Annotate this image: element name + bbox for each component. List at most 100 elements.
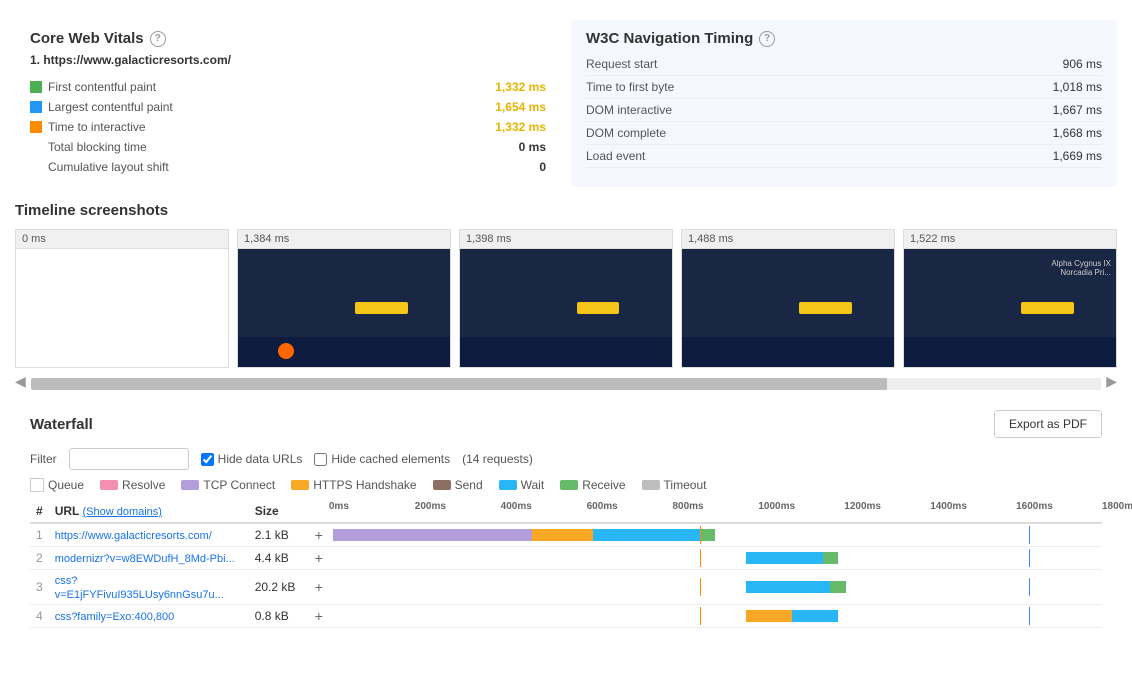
w3c-timing-help-icon[interactable]: ?: [759, 31, 775, 47]
time-axis-label: 1600ms: [1016, 501, 1053, 512]
bar-segment: [823, 552, 838, 564]
vertical-line-orange: [700, 549, 701, 567]
screenshot-frame: [237, 248, 451, 368]
expand-icon[interactable]: +: [315, 608, 323, 624]
time-axis-label: 200ms: [415, 501, 446, 512]
hide-data-urls-label[interactable]: Hide data URLs: [201, 452, 303, 466]
url-link[interactable]: css?v=E1jFYFivuI935LUsy6nnGsu7u...: [55, 575, 224, 601]
legend-item: HTTPS Handshake: [291, 478, 416, 492]
table-row: 4 css?family=Exo:400,800 0.8 kB +: [30, 605, 1102, 628]
legend-item: Receive: [560, 478, 625, 492]
metric-label: Total blocking time: [48, 140, 476, 154]
row-expand[interactable]: +: [309, 570, 329, 605]
export-pdf-button[interactable]: Export as PDF: [994, 410, 1102, 438]
scroll-left-icon[interactable]: ◀: [15, 373, 26, 390]
screenshot-item: 0 ms: [15, 229, 229, 368]
waterfall-table: # URL (Show domains) Size 0ms200ms400ms6…: [30, 500, 1102, 628]
legend-label: Send: [455, 478, 483, 492]
screenshot-time: 1,398 ms: [459, 229, 673, 248]
core-web-vitals-metrics: First contentful paint 1,332 ms Largest …: [30, 77, 546, 177]
w3c-timing-metrics: Request start 906 ms Time to first byte …: [586, 53, 1102, 168]
hide-cached-checkbox[interactable]: [314, 453, 327, 466]
metric-color-indicator: [30, 81, 42, 93]
timing-row: Load event 1,669 ms: [586, 145, 1102, 168]
row-number: 1: [30, 523, 49, 547]
screenshot-time: 0 ms: [15, 229, 229, 248]
screenshot-time: 1,522 ms: [903, 229, 1117, 248]
scroll-right-icon[interactable]: ▶: [1106, 373, 1117, 390]
table-row: 1 https://www.galacticresorts.com/ 2.1 k…: [30, 523, 1102, 547]
metric-value: 1,654 ms: [476, 100, 546, 114]
expand-icon[interactable]: +: [315, 527, 323, 543]
metric-row: First contentful paint 1,332 ms: [30, 77, 546, 97]
waterfall-section: Waterfall Export as PDF Filter Hide data…: [15, 400, 1117, 638]
metric-row: Total blocking time 0 ms: [30, 137, 546, 157]
url-link[interactable]: https://www.galacticresorts.com/: [55, 530, 212, 542]
hide-data-urls-checkbox[interactable]: [201, 453, 214, 466]
row-expand[interactable]: +: [309, 523, 329, 547]
expand-icon[interactable]: +: [315, 579, 323, 595]
vertical-line-blue: [1029, 526, 1030, 544]
legend-item: Timeout: [642, 478, 707, 492]
metric-value: 1,332 ms: [476, 80, 546, 94]
expand-icon[interactable]: +: [315, 550, 323, 566]
screenshot-item: 1,488 ms: [681, 229, 895, 368]
vertical-line-blue: [1029, 549, 1030, 567]
time-axis-label: 1800ms: [1102, 501, 1132, 512]
timing-row: DOM complete 1,668 ms: [586, 122, 1102, 145]
timeline-scrollbar[interactable]: [31, 378, 1101, 390]
legend-item: Send: [433, 478, 483, 492]
legend-label: Receive: [582, 478, 625, 492]
vertical-line-blue: [1029, 607, 1030, 625]
w3c-timing-title: W3C Navigation Timing ?: [586, 30, 1102, 47]
screenshot-item: 1,398 ms: [459, 229, 673, 368]
timeline-title: Timeline screenshots: [15, 202, 1117, 219]
timing-label: Time to first byte: [586, 80, 1022, 94]
screenshot-time: 1,488 ms: [681, 229, 895, 248]
metric-color-indicator: [30, 161, 42, 173]
filter-input[interactable]: [69, 448, 189, 470]
row-url: css?family=Exo:400,800: [49, 605, 249, 628]
hide-cached-label[interactable]: Hide cached elements: [314, 452, 450, 466]
bar-segment: [746, 552, 823, 564]
timing-label: Request start: [586, 57, 1022, 71]
url-link[interactable]: css?family=Exo:400,800: [55, 611, 175, 623]
bar-segment: [532, 529, 593, 541]
filter-label: Filter: [30, 452, 57, 466]
row-size: 20.2 kB: [249, 570, 309, 605]
timing-value: 1,669 ms: [1022, 149, 1102, 163]
row-expand[interactable]: +: [309, 547, 329, 570]
show-domains-link[interactable]: (Show domains): [82, 506, 161, 518]
vertical-line-blue: [1029, 578, 1030, 596]
timing-label: Load event: [586, 149, 1022, 163]
bar-segment: [333, 529, 532, 541]
filter-row: Filter Hide data URLs Hide cached elemen…: [30, 448, 1102, 470]
legend-color-box: [181, 480, 199, 490]
vertical-line-orange: [700, 578, 701, 596]
time-axis-label: 1200ms: [844, 501, 881, 512]
timing-row: Time to first byte 1,018 ms: [586, 76, 1102, 99]
metric-value: 0 ms: [476, 140, 546, 154]
core-web-vitals-title: Core Web Vitals ?: [30, 30, 546, 47]
screenshot-frame: [681, 248, 895, 368]
timing-label: DOM complete: [586, 126, 1022, 140]
screenshot-time: 1,384 ms: [237, 229, 451, 248]
row-size: 4.4 kB: [249, 547, 309, 570]
time-axis-label: 0ms: [329, 501, 349, 512]
url-link[interactable]: modernizr?v=w8EWDufH_8Md-Pbi...: [55, 553, 235, 565]
screenshot-frame: [15, 248, 229, 368]
timing-value: 906 ms: [1022, 57, 1102, 71]
legend-label: HTTPS Handshake: [313, 478, 416, 492]
bar-segment: [792, 610, 838, 622]
legend-color-box: [642, 480, 660, 490]
bar-segment: [830, 581, 845, 593]
row-url: https://www.galacticresorts.com/: [49, 523, 249, 547]
screenshots-container: 0 ms 1,384 ms 1,398 ms 1,488 ms: [15, 229, 1117, 368]
row-expand[interactable]: +: [309, 605, 329, 628]
metric-row: Cumulative layout shift 0: [30, 157, 546, 177]
core-web-vitals-help-icon[interactable]: ?: [150, 31, 166, 47]
col-bars: 0ms200ms400ms600ms800ms1000ms1200ms1400m…: [329, 500, 1102, 523]
legend-item: Resolve: [100, 478, 165, 492]
col-url: URL (Show domains): [49, 500, 249, 523]
metric-color-indicator: [30, 101, 42, 113]
